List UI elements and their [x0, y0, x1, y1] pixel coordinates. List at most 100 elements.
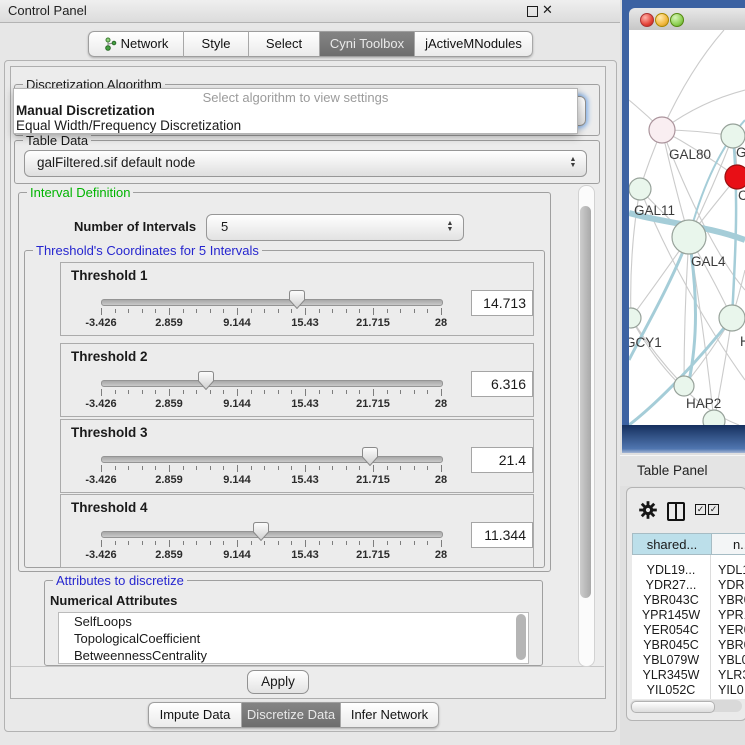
slider-tick — [441, 540, 442, 547]
table-hscrollbar-thumb[interactable] — [631, 701, 715, 713]
node-table[interactable]: shared... n... YDL19...YDL1YDR27...YDR2Y… — [632, 533, 745, 699]
tab-impute-data[interactable]: Impute Data — [148, 702, 242, 728]
slider-tick — [305, 540, 306, 547]
network-window-frame — [622, 425, 745, 453]
cell-name: YPR1 — [718, 608, 745, 622]
slider-tick-label: 9.144 — [207, 474, 267, 486]
slider-tick — [169, 389, 170, 396]
checkbox-icon[interactable]: ✓ — [708, 504, 719, 515]
network-node[interactable] — [725, 165, 745, 189]
column-header-shared[interactable]: shared... — [632, 533, 712, 555]
threshold-value-field[interactable]: 14.713 — [471, 290, 533, 316]
slider-tick-label: -3.426 — [71, 398, 131, 410]
table-row[interactable]: YLR345WYLR3 — [632, 668, 745, 683]
network-window-titlebar[interactable] — [629, 8, 745, 31]
tab-label: Cyni Toolbox — [330, 32, 404, 56]
network-edge — [631, 318, 684, 386]
slider-tick — [251, 466, 252, 470]
popup-item-manual[interactable]: Manual Discretization — [16, 103, 155, 118]
checkbox-icon[interactable]: ✓ — [695, 504, 706, 515]
popup-item-equal-width[interactable]: Equal Width/Frequency Discretization — [16, 118, 241, 133]
network-node[interactable] — [629, 308, 641, 328]
network-node[interactable] — [703, 410, 725, 425]
slider-tick — [291, 390, 292, 394]
main-scrollbar-thumb[interactable] — [580, 206, 591, 598]
slider-tick — [196, 541, 197, 545]
table-row[interactable]: YER054CYER0 — [632, 623, 745, 638]
slider-tick — [278, 390, 279, 394]
table-data-combobox[interactable]: galFiltered.sif default node ▲▼ — [24, 150, 587, 177]
table-row[interactable]: YDR27...YDR2 — [632, 578, 745, 593]
slider-tick-label: 21.715 — [343, 474, 403, 486]
slider-thumb[interactable] — [289, 290, 305, 309]
slider-thumb[interactable] — [198, 371, 214, 390]
slider-track[interactable] — [101, 299, 443, 306]
slider-thumb[interactable] — [253, 522, 269, 541]
attribute-list-item[interactable]: TopologicalCoefficient — [59, 630, 528, 647]
slider-tick — [291, 466, 292, 470]
table-row[interactable]: YPR145WYPR1 — [632, 608, 745, 623]
tab-style[interactable]: Style — [184, 31, 249, 57]
slider-tick — [359, 390, 360, 394]
tab-jactivemnodules[interactable]: jActiveMNodules — [415, 31, 533, 57]
table-row[interactable]: YDL19...YDL1 — [632, 563, 745, 578]
slider-tick — [427, 309, 428, 313]
table-row[interactable]: YBR045CYBR0 — [632, 638, 745, 653]
table-row[interactable]: YBR043CYBR0 — [632, 593, 745, 608]
attribute-list-item[interactable]: BetweennessCentrality — [59, 647, 528, 664]
tab-select[interactable]: Select — [249, 31, 320, 57]
threshold-label: Threshold 1 — [71, 268, 148, 283]
slider-track[interactable] — [101, 531, 443, 538]
network-node[interactable] — [649, 117, 675, 143]
slider-tick-label: 28 — [411, 549, 471, 561]
num-intervals-value: 5 — [221, 219, 228, 234]
network-canvas[interactable]: GAL80GCGAL11GAL4GCY1HHAP2 — [629, 30, 745, 425]
cell-name: YLR3 — [718, 668, 745, 682]
slider-tick-label: 28 — [411, 474, 471, 486]
threshold-row: Threshold 2-3.4262.8599.14415.4321.71528… — [60, 343, 534, 417]
slider-thumb[interactable] — [362, 447, 378, 466]
slider-tick — [251, 541, 252, 545]
main-scrollbar[interactable] — [578, 185, 595, 667]
column-header-name[interactable]: n... — [712, 533, 745, 555]
threshold-value-field[interactable]: 21.4 — [471, 447, 533, 473]
close-traffic-light-icon[interactable] — [640, 13, 654, 27]
tab-cyni-toolbox[interactable]: Cyni Toolbox — [320, 31, 415, 57]
slider-tick — [264, 466, 265, 470]
zoom-traffic-light-icon[interactable] — [670, 13, 684, 27]
attribute-list-item[interactable]: SelfLoops — [59, 613, 528, 630]
float-window-icon[interactable] — [527, 6, 538, 17]
slider-tick — [210, 541, 211, 545]
tab-infer-network[interactable]: Infer Network — [341, 702, 439, 728]
slider-tick — [169, 540, 170, 547]
network-node[interactable] — [629, 178, 651, 200]
slider-track[interactable] — [101, 456, 443, 463]
slider-tick — [319, 541, 320, 545]
table-row[interactable]: YIL052CYIL0 — [632, 683, 745, 698]
close-icon[interactable]: ✕ — [542, 2, 553, 18]
gear-icon[interactable] — [639, 501, 657, 519]
threshold-value-field[interactable]: 11.344 — [471, 522, 533, 548]
table-hscrollbar[interactable] — [630, 700, 742, 712]
cell-shared-name: YBR043C — [632, 593, 710, 607]
node-label: G — [736, 145, 745, 160]
threshold-value-field[interactable]: 6.316 — [471, 371, 533, 397]
attributes-scrollbar[interactable] — [516, 614, 526, 660]
tab-label: Network — [121, 32, 169, 56]
tab-network[interactable]: Network — [88, 31, 184, 57]
minimize-traffic-light-icon[interactable] — [655, 13, 669, 27]
slider-tick — [101, 465, 102, 472]
network-node[interactable] — [719, 305, 745, 331]
apply-button[interactable]: Apply — [247, 670, 309, 694]
split-view-icon[interactable] — [667, 502, 685, 521]
slider-tick — [346, 309, 347, 313]
network-node[interactable] — [672, 220, 706, 254]
slider-track[interactable] — [101, 380, 443, 387]
slider-tick — [237, 540, 238, 547]
table-row[interactable]: YBL079WYBL0 — [632, 653, 745, 668]
network-node[interactable] — [674, 376, 694, 396]
tab-discretize-data[interactable]: Discretize Data — [242, 702, 341, 728]
attributes-group-label: Attributes to discretize — [53, 573, 187, 588]
num-intervals-combobox[interactable]: 5 ▲▼ — [206, 214, 464, 241]
slider-tick — [251, 309, 252, 313]
